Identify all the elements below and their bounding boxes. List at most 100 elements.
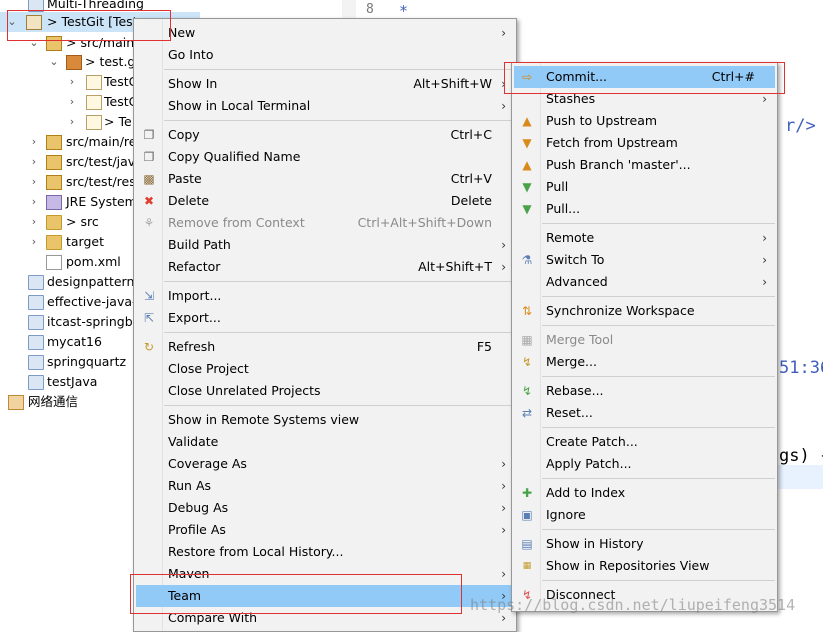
menu-item-label: Refresh [168,339,216,354]
chevron-right-icon: › [501,457,506,471]
menu-item-label: Paste [168,171,202,186]
menu-item-delete[interactable]: ✖ Delete Delete [136,190,514,212]
menu-item-create-patch[interactable]: Create Patch... [514,431,775,453]
paste-icon: ▩ [143,172,155,186]
menu-item-label: Show in Local Terminal [168,98,311,113]
menu-item-label: Copy [168,127,200,142]
remove-context-icon: ⚘ [143,216,155,230]
menu-item-coverage-as[interactable]: Coverage As › [136,453,514,475]
menu-separator [164,69,514,70]
watermark-url: https://blog.csdn.net/liupeifeng3514 [470,596,796,614]
menu-item-add-to-index[interactable]: ✚ Add to Index [514,482,775,504]
project-icon [28,375,44,390]
menu-item-merge[interactable]: ↯ Merge... [514,351,775,373]
menu-item-label: Rebase... [546,383,604,398]
menu-item-debug-as[interactable]: Debug As › [136,497,514,519]
xml-file-icon [46,255,62,270]
menu-item-remote[interactable]: Remote › [514,227,775,249]
menu-item-close-unrelated-projects[interactable]: Close Unrelated Projects [136,380,514,402]
menu-item-label: Pull [546,179,569,194]
menu-item-show-in[interactable]: Show In Alt+Shift+W › [136,73,514,95]
menu-item-refresh[interactable]: ↻ Refresh F5 [136,336,514,358]
menu-item-label: Close Project [168,361,249,376]
menu-item-new[interactable]: New › [136,22,514,44]
menu-item-go-into[interactable]: Go Into [136,44,514,66]
chevron-right-icon[interactable]: › [66,112,78,132]
menu-item-run-as[interactable]: Run As › [136,475,514,497]
menu-item-label: Push Branch 'master'... [546,157,691,172]
reset-icon: ⇄ [521,406,533,420]
menu-item-stashes[interactable]: Stashes › [514,88,775,110]
chevron-down-icon[interactable]: ⌄ [48,52,60,72]
menu-item-paste[interactable]: ▩ Paste Ctrl+V [136,168,514,190]
chevron-right-icon: › [762,92,767,106]
export-icon: ⇱ [143,311,155,325]
push-icon: ▲ [522,114,532,128]
menu-item-profile-as[interactable]: Profile As › [136,519,514,541]
menu-item-label: Remove from Context [168,215,305,230]
chevron-right-icon: › [501,567,506,581]
menu-item-rebase[interactable]: ↯ Rebase... [514,380,775,402]
tree-item-label: > test.gi [85,54,139,69]
menu-item-push-to-upstream[interactable]: ▲ Push to Upstream [514,110,775,132]
history-icon: ▤ [521,537,533,551]
chevron-right-icon[interactable]: › [28,212,40,232]
team-submenu: ⇨ Commit... Ctrl+# Stashes › ▲ Push to U… [511,62,778,612]
chevron-right-icon[interactable]: › [28,192,40,212]
menu-item-show-in-repositories[interactable]: ▦ Show in Repositories View [514,555,775,577]
menu-item-label: Copy Qualified Name [168,149,301,164]
menu-item-label: Profile As [168,522,226,537]
chevron-right-icon[interactable]: › [66,92,78,112]
menu-item-build-path[interactable]: Build Path › [136,234,514,256]
menu-item-label: Show in History [546,536,644,551]
menu-item-close-project[interactable]: Close Project [136,358,514,380]
tree-item-label: > src/main/ [66,35,139,50]
menu-item-maven[interactable]: Maven › [136,563,514,585]
chevron-right-icon[interactable]: › [28,152,40,172]
project-icon [8,395,24,410]
menu-item-advanced[interactable]: Advanced › [514,271,775,293]
chevron-down-icon[interactable]: ⌄ [6,12,18,32]
tree-item-label: src/test/java [66,154,143,169]
menu-item-synchronize-workspace[interactable]: ⇅ Synchronize Workspace [514,300,775,322]
menu-item-validate[interactable]: Validate [136,431,514,453]
menu-item-switch-to[interactable]: ⚗ Switch To › [514,249,775,271]
menu-item-shortcut: Ctrl+Alt+Shift+Down [357,215,492,230]
menu-item-show-in-history[interactable]: ▤ Show in History [514,533,775,555]
menu-item-show-in-local-terminal[interactable]: Show in Local Terminal › [136,95,514,117]
menu-item-import[interactable]: ⇲ Import... [136,285,514,307]
code-fragment-args: gs) { [779,446,823,466]
menu-item-fetch-from-upstream[interactable]: ▼ Fetch from Upstream [514,132,775,154]
chevron-right-icon: › [501,99,506,113]
chevron-right-icon[interactable]: › [28,172,40,192]
menu-item-apply-patch[interactable]: Apply Patch... [514,453,775,475]
chevron-down-icon[interactable]: ⌄ [28,33,40,53]
menu-item-team[interactable]: Team › [136,585,514,607]
menu-item-ignore[interactable]: ▣ Ignore [514,504,775,526]
menu-item-pull-dialog[interactable]: ▼ Pull... [514,198,775,220]
menu-separator [164,332,514,333]
chevron-right-icon[interactable]: › [28,132,40,152]
menu-item-copy-qualified-name[interactable]: ❐ Copy Qualified Name [136,146,514,168]
menu-item-reset[interactable]: ⇄ Reset... [514,402,775,424]
tree-item-label: springquartz [47,354,127,369]
menu-item-show-in-remote-systems[interactable]: Show in Remote Systems view [136,409,514,431]
menu-item-label: Team [168,588,202,603]
menu-item-label: Fetch from Upstream [546,135,678,150]
chevron-right-icon[interactable]: › [28,232,40,252]
menu-item-label: Restore from Local History... [168,544,344,559]
menu-item-pull[interactable]: ▼ Pull [514,176,775,198]
menu-item-export[interactable]: ⇱ Export... [136,307,514,329]
menu-item-push-branch[interactable]: ▲ Push Branch 'master'... [514,154,775,176]
tree-item-label: target [66,234,105,249]
branch-icon: ⚗ [521,253,533,267]
chevron-right-icon: › [501,238,506,252]
maven-project-icon [26,15,42,30]
menu-item-copy[interactable]: ❐ Copy Ctrl+C [136,124,514,146]
menu-item-shortcut: Ctrl+V [450,171,492,186]
menu-item-commit[interactable]: ⇨ Commit... Ctrl+# [514,66,775,88]
menu-item-restore-local-history[interactable]: Restore from Local History... [136,541,514,563]
menu-item-refactor[interactable]: Refactor Alt+Shift+T › [136,256,514,278]
chevron-right-icon[interactable]: › [66,72,78,92]
menu-item-compare-with[interactable]: Compare With › [136,607,514,629]
